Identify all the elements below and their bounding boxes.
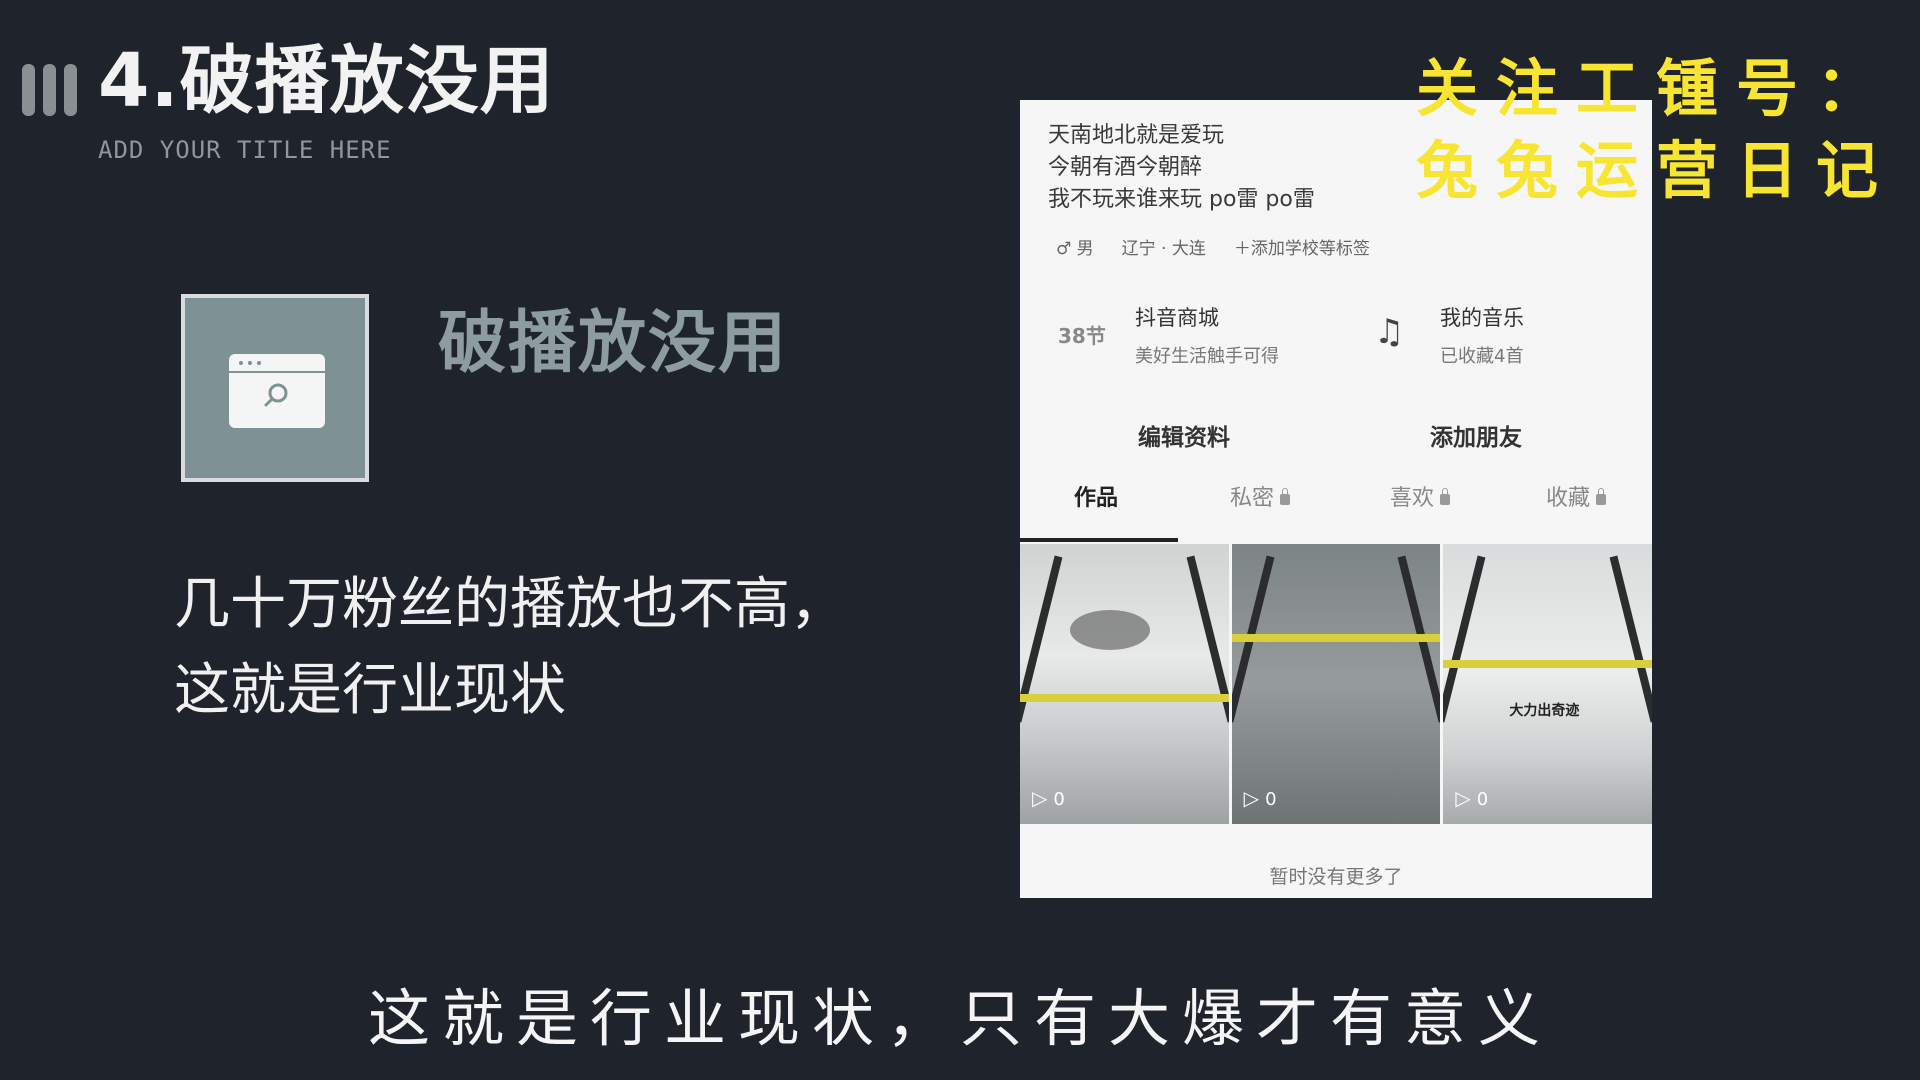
music-sub: 已收藏4首 bbox=[1440, 346, 1524, 367]
tab-likes-label: 喜欢 bbox=[1390, 486, 1435, 511]
profile-screenshot: 天南地北就是爱玩 今朝有酒今朝醉 我不玩来谁来玩 po雷 po雷 ♂ 男 辽宁 … bbox=[1020, 100, 1652, 898]
music-note-icon[interactable]: ♫ bbox=[1374, 312, 1404, 352]
shop-label[interactable]: 抖音商城 bbox=[1135, 302, 1219, 332]
add-friend-button[interactable]: 添加朋友 bbox=[1430, 418, 1522, 452]
slide-title: 4.破播放没用 bbox=[98, 38, 555, 124]
tab-favorites-label: 收藏 bbox=[1546, 486, 1591, 511]
shop-icon: 38节 bbox=[1058, 324, 1106, 348]
gender-label: ♂ 男 bbox=[1056, 239, 1094, 259]
watermark-line-1: 关注工锺号： bbox=[1416, 52, 1897, 125]
browser-search-icon-box bbox=[181, 294, 369, 482]
profile-bio: 天南地北就是爱玩 今朝有酒今朝醉 我不玩来谁来玩 po雷 po雷 bbox=[1048, 120, 1315, 216]
shop-sub: 美好生活触手可得 bbox=[1135, 346, 1279, 367]
bio-line-2: 今朝有酒今朝醉 bbox=[1048, 155, 1203, 180]
watermark-line-2: 兔兔运营日记 bbox=[1416, 134, 1897, 207]
browser-search-icon bbox=[229, 354, 325, 428]
location-label: 辽宁 · 大连 bbox=[1121, 239, 1206, 259]
music-label[interactable]: 我的音乐 bbox=[1440, 302, 1524, 332]
video-thumbnail[interactable]: ▷ 0 bbox=[1020, 544, 1229, 824]
profile-meta: ♂ 男 辽宁 · 大连 ＋添加学校等标签 bbox=[1056, 234, 1370, 259]
tab-works-label: 作品 bbox=[1074, 486, 1119, 511]
play-icon: ▷ bbox=[1455, 786, 1471, 810]
no-more-label: 暂时没有更多了 bbox=[1269, 866, 1403, 888]
tab-likes[interactable]: 喜欢 bbox=[1390, 480, 1451, 512]
play-icon: ▷ bbox=[1032, 786, 1048, 810]
watermark: 关注工锺号： 兔兔运营日记 bbox=[1416, 48, 1896, 212]
subtitle-caption: 这就是行业现状，只有大爆才有意义 bbox=[367, 982, 1552, 1055]
body-line-2: 这就是行业现状 bbox=[174, 658, 566, 723]
bio-line-3: 我不玩来谁来玩 po雷 po雷 bbox=[1048, 187, 1315, 212]
body-text: 几十万粉丝的播放也不高， 这就是行业现状 bbox=[174, 562, 846, 734]
tab-private-label: 私密 bbox=[1230, 486, 1275, 511]
tab-private[interactable]: 私密 bbox=[1230, 480, 1291, 512]
slide-subtitle: ADD YOUR TITLE HERE bbox=[98, 136, 392, 164]
active-tab-indicator bbox=[1020, 538, 1178, 542]
video-caption: 大力出奇迹 bbox=[1509, 703, 1580, 719]
lock-icon bbox=[1280, 487, 1291, 505]
video-grid: ▷ 0 ▷ 0 大力出奇迹 ▷ 0 bbox=[1020, 544, 1652, 824]
play-count: ▷ 0 bbox=[1243, 786, 1277, 810]
section-heading: 破播放没用 bbox=[438, 304, 789, 383]
lock-icon bbox=[1440, 487, 1451, 505]
video-thumbnail[interactable]: 大力出奇迹 ▷ 0 bbox=[1443, 544, 1652, 824]
tab-favorites[interactable]: 收藏 bbox=[1546, 480, 1607, 512]
edit-profile-button[interactable]: 编辑资料 bbox=[1138, 418, 1230, 452]
title-bars-decoration bbox=[22, 64, 77, 116]
add-school-link[interactable]: ＋添加学校等标签 bbox=[1234, 234, 1370, 259]
play-count: ▷ 0 bbox=[1032, 786, 1065, 810]
bio-line-1: 天南地北就是爱玩 bbox=[1048, 123, 1225, 148]
profile-tabs: 作品 私密 喜欢 收藏 bbox=[1020, 480, 1652, 524]
lock-icon bbox=[1596, 487, 1607, 505]
video-thumbnail[interactable]: ▷ 0 bbox=[1231, 544, 1441, 824]
body-line-1: 几十万粉丝的播放也不高， bbox=[174, 572, 846, 637]
play-count: ▷ 0 bbox=[1455, 786, 1489, 810]
tab-works[interactable]: 作品 bbox=[1074, 480, 1118, 512]
play-icon: ▷ bbox=[1243, 786, 1260, 810]
